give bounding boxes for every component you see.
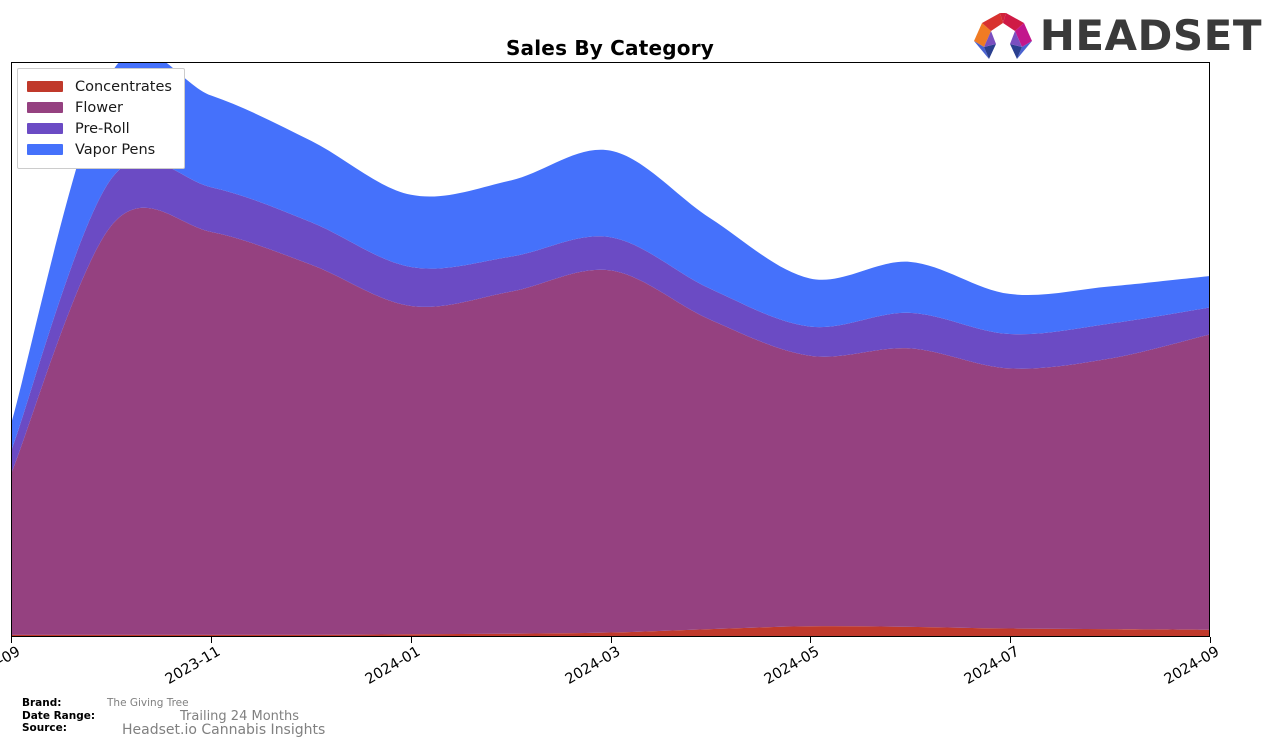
legend-label-vapor-pens: Vapor Pens — [75, 141, 156, 158]
x-tick-label: 2024-01 — [362, 643, 423, 688]
x-tick-label: 2023-09 — [0, 643, 24, 688]
legend-item-concentrates[interactable]: Concentrates — [27, 76, 172, 97]
footer-key-source: Source: — [22, 722, 67, 735]
x-tick-label: 2024-03 — [562, 643, 623, 688]
legend-swatch-flower — [27, 102, 63, 113]
footer-key-date-range: Date Range: — [22, 709, 96, 722]
footer-key-brand: Brand: — [22, 697, 62, 709]
footer-row-source: Source: Headset.io Cannabis Insights — [22, 721, 642, 738]
legend-label-flower: Flower — [75, 99, 123, 116]
legend-label-concentrates: Concentrates — [75, 78, 172, 95]
headset-arch-icon — [973, 13, 1032, 59]
footer-row-date-range: Date Range: Trailing 24 Months — [22, 709, 642, 724]
chart-page: Sales By Category HEADSET Concentrates F… — [0, 0, 1276, 745]
headset-logo: HEADSET — [972, 10, 1262, 62]
x-tick-label: 2023-11 — [162, 643, 224, 688]
chart-legend: Concentrates Flower Pre-Roll Vapor Pens — [17, 68, 185, 169]
x-axis-labels: 2023-09 2023-11 2024-01 2024-03 2024-05 2024-… — [0, 637, 1276, 697]
footer-value-source: Headset.io Cannabis Insights — [122, 721, 326, 738]
plot-area — [11, 62, 1210, 637]
legend-swatch-pre-roll — [27, 123, 63, 134]
legend-swatch-vapor-pens — [27, 144, 63, 155]
x-tick-label: 2024-09 — [1161, 643, 1223, 688]
footer-value-brand: The Giving Tree — [107, 696, 189, 709]
legend-item-pre-roll[interactable]: Pre-Roll — [27, 118, 172, 139]
legend-item-flower[interactable]: Flower — [27, 97, 172, 118]
area-band-flower — [12, 207, 1209, 635]
chart-footer: Brand: The Giving Tree Date Range: Trail… — [22, 697, 642, 738]
legend-swatch-concentrates — [27, 81, 63, 92]
logo-wordmark: HEADSET — [1039, 11, 1262, 60]
footer-row-brand: Brand: The Giving Tree — [22, 697, 642, 710]
stacked-area-chart — [12, 63, 1209, 636]
x-tick-label: 2024-05 — [762, 643, 823, 688]
x-tick-label: 2024-07 — [961, 643, 1023, 688]
legend-label-pre-roll: Pre-Roll — [75, 120, 130, 137]
legend-item-vapor-pens[interactable]: Vapor Pens — [27, 139, 172, 160]
